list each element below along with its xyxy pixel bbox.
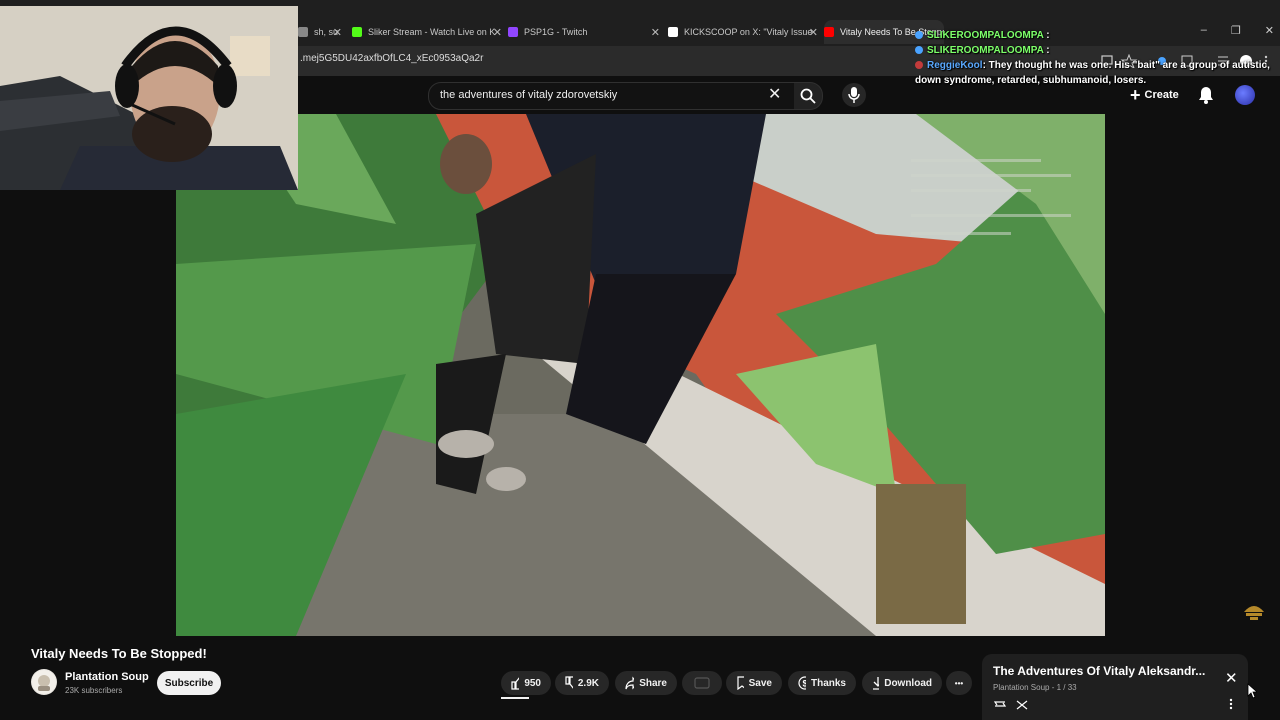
dislike-button[interactable]: 2.9K	[555, 671, 609, 695]
subscriber-count: 23K subscribers	[65, 686, 123, 695]
channel-name[interactable]: Plantation Soup	[65, 671, 149, 683]
tab-favicon-icon	[352, 27, 362, 37]
super-thanks-icon: $	[798, 676, 806, 690]
tab-close-icon[interactable]: ✕	[493, 26, 502, 39]
video-frame	[176, 114, 1105, 636]
streamer-webcam	[0, 6, 298, 190]
shuffle-icon[interactable]	[1016, 700, 1028, 710]
search-button[interactable]	[794, 82, 823, 110]
playlist-controls	[993, 700, 1028, 710]
chat-badge-icon	[915, 31, 923, 40]
dislike-count: 2.9K	[577, 677, 599, 689]
share-button[interactable]: Share	[615, 671, 677, 695]
live-chat-overlay: SLIKEROOMPALOOMPA : SLIKEROOMPALOOMPA : …	[915, 28, 1275, 88]
svg-text:$: $	[803, 679, 806, 689]
browser-tab[interactable]: Sliker Stream - Watch Live on K ✕	[352, 20, 502, 44]
more-dots-icon: •••	[954, 678, 964, 688]
channel-watermark-icon	[1244, 606, 1264, 620]
tab-label: PSP1G - Twitch	[524, 27, 588, 37]
share-arrow-icon	[625, 676, 635, 690]
tab-close-icon[interactable]: ✕	[809, 26, 818, 39]
voice-search-button[interactable]	[842, 83, 866, 107]
chat-message: SLIKEROOMPALOOMPA :	[915, 43, 1275, 58]
thanks-label: Thanks	[810, 677, 846, 689]
browser-tab[interactable]: KICKSCOOP on X: "Vitaly Issue ✕	[668, 20, 818, 44]
url-text[interactable]: .mej5G5DU42axfbOfLC4_xEc0953aQa2r	[300, 53, 483, 64]
tab-favicon-icon	[824, 27, 834, 37]
playlist-subtitle: Plantation Soup - 1 / 33	[993, 683, 1077, 692]
search-query[interactable]: the adventures of vitaly zdorovetskiy	[440, 89, 617, 101]
clip-button[interactable]	[682, 671, 722, 695]
chat-badge-icon	[915, 61, 923, 70]
microphone-icon	[848, 87, 860, 103]
chat-username: SLIKEROOMPALOOMPA	[927, 45, 1044, 56]
save-label: Save	[748, 677, 772, 689]
share-label: Share	[639, 677, 667, 689]
search-icon	[800, 88, 816, 104]
download-button[interactable]: Download	[862, 671, 942, 695]
playlist-close-icon[interactable]: ✕	[1225, 669, 1238, 687]
download-label: Download	[884, 677, 932, 689]
chat-username: SLIKEROOMPALOOMPA	[927, 30, 1044, 41]
playlist-title[interactable]: The Adventures Of Vitaly Aleksandr...	[993, 664, 1205, 678]
plus-icon: +	[1130, 85, 1141, 105]
like-button[interactable]: 950	[501, 671, 551, 695]
tab-favicon-icon	[298, 27, 308, 37]
video-title: Vitaly Needs To Be Stopped!	[31, 646, 207, 661]
account-avatar[interactable]	[1235, 85, 1255, 105]
chat-message: SLIKEROOMPALOOMPA :	[915, 28, 1275, 43]
video-player[interactable]	[176, 114, 1105, 636]
tab-label: Sliker Stream - Watch Live on K	[368, 27, 496, 37]
browser-tab[interactable]: PSP1G - Twitch ✕	[508, 20, 660, 44]
chat-username: ReggieKool	[927, 60, 983, 71]
create-label: Create	[1144, 89, 1179, 101]
loop-icon[interactable]	[993, 701, 1007, 707]
download-icon	[873, 677, 880, 690]
notifications-bell-icon[interactable]	[1198, 86, 1214, 104]
bookmark-icon	[737, 676, 744, 690]
subscribe-button[interactable]: Subscribe	[157, 671, 221, 695]
tab-label: KICKSCOOP on X: "Vitaly Issue	[684, 27, 813, 37]
tab-favicon-icon	[508, 27, 518, 37]
tab-favicon-icon	[668, 27, 678, 37]
tab-close-icon[interactable]: ✕	[333, 26, 342, 39]
like-count: 950	[524, 677, 541, 689]
playlist-more-icon[interactable]	[1228, 698, 1234, 710]
mouse-cursor-icon	[1247, 683, 1257, 699]
save-button[interactable]: Save	[726, 671, 782, 695]
like-ratio-bar	[501, 697, 529, 699]
webcam-frame	[0, 6, 298, 190]
more-actions-button[interactable]: •••	[946, 671, 972, 695]
clip-icon	[694, 677, 710, 689]
chat-message: ReggieKool: They thought he was one. His…	[915, 60, 1270, 86]
chat-badge-icon	[915, 46, 923, 55]
tab-close-icon[interactable]: ✕	[651, 26, 660, 39]
channel-avatar[interactable]	[31, 669, 57, 695]
clear-search-icon[interactable]: ✕	[768, 84, 781, 104]
browser-tab[interactable]: sh, su ✕	[298, 20, 342, 44]
thumbs-down-icon	[565, 676, 573, 689]
thanks-button[interactable]: $ Thanks	[788, 671, 856, 695]
channel-logo-icon	[32, 670, 56, 694]
thumbs-up-icon	[511, 676, 520, 690]
